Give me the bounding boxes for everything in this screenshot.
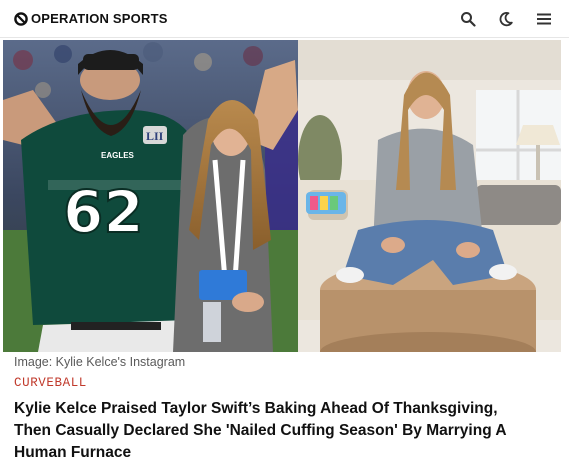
headline-line: Kylie Kelce Praised Taylor Swift’s Bakin…: [14, 400, 498, 417]
image-caption: Image: Kylie Kelce's Instagram: [14, 355, 186, 369]
site-name: OPERATION SPORTS: [31, 11, 168, 26]
eagles-stadium-photo: 62 EAGLES LII: [3, 40, 298, 352]
photo-couple-eagles: 62 EAGLES LII: [3, 40, 298, 352]
os-logo-icon: [14, 11, 28, 26]
jersey-brand: EAGLES: [101, 151, 135, 160]
headline-line: Then Casually Declared She 'Nailed Cuffi…: [14, 422, 507, 439]
article-hero-image[interactable]: 62 EAGLES LII: [3, 40, 561, 352]
photo-kylie-living-room: [298, 40, 561, 352]
hamburger-menu-icon[interactable]: [535, 10, 553, 28]
jersey-number: 62: [63, 178, 144, 246]
top-navigation-bar: OPERATION SPORTS: [0, 0, 569, 38]
headline-line: Human Furnace: [14, 444, 132, 461]
site-logo-link[interactable]: OPERATION SPORTS: [14, 11, 168, 26]
category-label[interactable]: CURVEBALL: [14, 376, 87, 390]
dark-mode-moon-icon[interactable]: [497, 10, 515, 28]
living-room-photo: [298, 40, 561, 352]
article-headline[interactable]: Kylie Kelce Praised Taylor Swift’s Bakin…: [14, 398, 554, 464]
search-icon[interactable]: [459, 10, 477, 28]
header-actions: [459, 10, 553, 28]
jersey-patch: LII: [146, 129, 164, 143]
